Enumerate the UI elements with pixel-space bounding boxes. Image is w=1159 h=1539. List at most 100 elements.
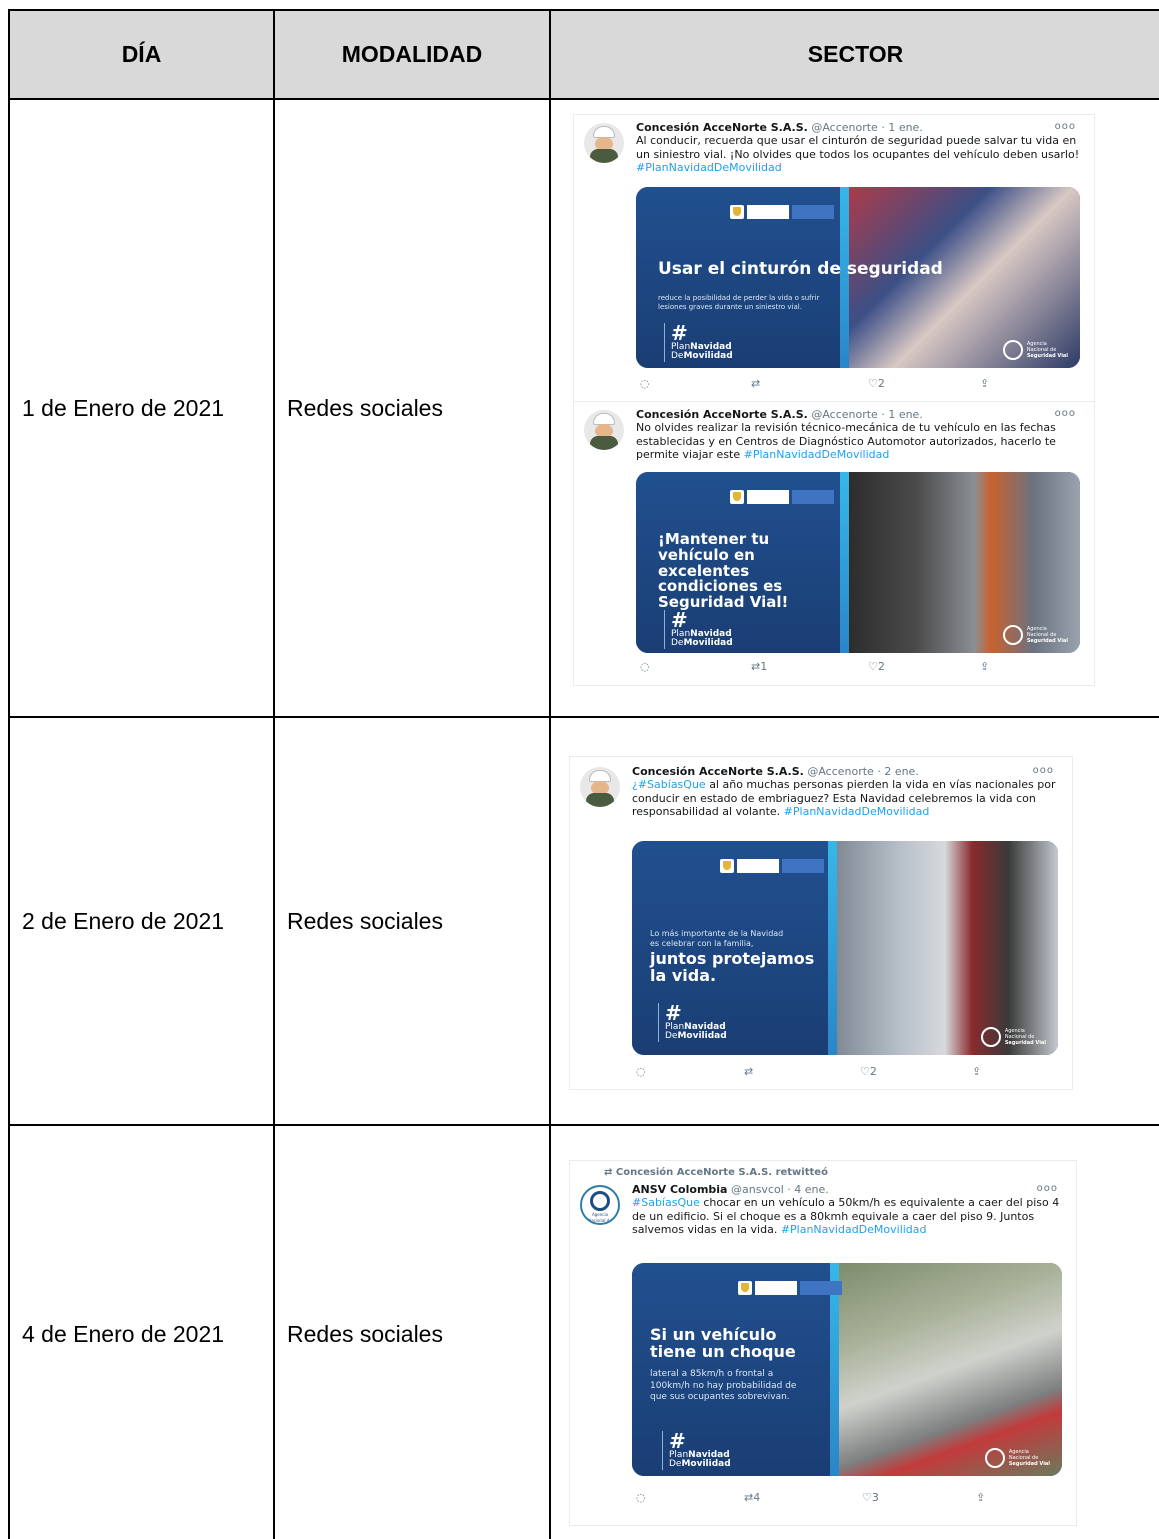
tweet-actions: ◌ ⇄ 4 ♡ 3 ⇪ xyxy=(632,1491,1062,1507)
tweet-text: Al conducir, recuerda que usar el cintur… xyxy=(636,134,1080,174)
tweet-card[interactable]: Concesión AcceNorte S.A.S. @Accenorte · … xyxy=(574,115,1094,401)
poster-hashtag: # PlanNavidad DeMovilidad xyxy=(664,610,733,649)
tweet-screenshot: Concesión AcceNorte S.A.S. @Accenorte · … xyxy=(569,756,1073,1090)
poster-subtitle: lateral a 85km/h o frontal a 100km/h no … xyxy=(650,1369,797,1403)
like-icon[interactable]: ♡ 3 xyxy=(862,1491,879,1504)
government-logo xyxy=(738,1281,842,1295)
tweet-actions: ◌ ⇄ 1 ♡ 2 ⇪ xyxy=(636,660,1080,676)
tweet-image[interactable]: Usar el cinturón de seguridad reduce la … xyxy=(636,187,1080,368)
tweet-image[interactable]: ¡Mantener tu vehículo en excelentes cond… xyxy=(636,472,1080,653)
tweet-header: Concesión AcceNorte S.A.S. @Accenorte · … xyxy=(636,408,923,421)
row-day: 4 de Enero de 2021 xyxy=(8,1124,275,1539)
row-mode: Redes sociales xyxy=(273,716,551,1126)
government-logo xyxy=(730,205,834,219)
tweet-header: ANSV Colombia @ansvcol · 4 ene. xyxy=(632,1183,829,1196)
tweet-text: ¿#SabíasQue al año muchas personas pierd… xyxy=(632,778,1056,818)
agency-logo: Agencia Nacional de Seguridad Vial xyxy=(1002,625,1068,645)
reply-icon[interactable]: ◌ xyxy=(640,660,650,673)
tweet-author[interactable]: Concesión AcceNorte S.A.S. xyxy=(636,121,808,134)
hashtag-link[interactable]: #PlanNavidadDeMovilidad xyxy=(781,1223,927,1236)
tweet-card[interactable]: Concesión AcceNorte S.A.S. @Accenorte · … xyxy=(574,401,1094,685)
agency-logo: Agencia Nacional de Seguridad Vial xyxy=(980,1027,1046,1047)
poster-title: Usar el cinturón de seguridad xyxy=(658,259,943,279)
poster-title: ¡Mantener tu vehículo en excelentes cond… xyxy=(658,530,789,611)
reply-icon[interactable]: ◌ xyxy=(636,1491,646,1504)
poster-title: juntos protejamos la vida. xyxy=(650,949,815,985)
tweet-author[interactable]: Concesión AcceNorte S.A.S. xyxy=(636,408,808,421)
like-icon[interactable]: ♡ 2 xyxy=(868,377,885,390)
tweet-handle-date: @Accenorte · 1 ene. xyxy=(811,408,923,421)
header-day: DÍA xyxy=(8,9,275,100)
retweet-icon[interactable]: ⇄ xyxy=(751,377,760,390)
more-icon[interactable]: ooo xyxy=(1037,1183,1058,1194)
retweet-notice: ⇄ Concesión AcceNorte S.A.S. retwitteó xyxy=(604,1167,828,1178)
retweet-icon[interactable]: ⇄ 4 xyxy=(744,1491,760,1504)
tweet-screenshot: ⇄ Concesión AcceNorte S.A.S. retwitteó A… xyxy=(569,1160,1077,1526)
row-mode: Redes sociales xyxy=(273,1124,551,1539)
agency-logo: Agencia Nacional de Seguridad Vial xyxy=(984,1448,1050,1468)
retweet-icon: ⇄ xyxy=(604,1167,613,1178)
row-day: 1 de Enero de 2021 xyxy=(8,98,275,718)
share-icon[interactable]: ⇪ xyxy=(976,1491,985,1504)
poster-subtitle: reduce la posibilidad de perder la vida … xyxy=(658,294,820,312)
share-icon[interactable]: ⇪ xyxy=(980,660,989,673)
reply-icon[interactable]: ◌ xyxy=(636,1065,646,1078)
tweet-actions: ◌ ⇄ ♡ 2 ⇪ xyxy=(636,377,1080,393)
tweet-author[interactable]: ANSV Colombia xyxy=(632,1183,727,1196)
tweet-card[interactable]: ⇄ Concesión AcceNorte S.A.S. retwitteó A… xyxy=(570,1161,1076,1525)
hashtag-link[interactable]: #SabíasQue xyxy=(632,1196,700,1209)
retweet-icon[interactable]: ⇄ 1 xyxy=(751,660,767,673)
tweet-screenshot: Concesión AcceNorte S.A.S. @Accenorte · … xyxy=(573,114,1095,686)
government-logo xyxy=(730,490,834,504)
row-day: 2 de Enero de 2021 xyxy=(8,716,275,1126)
poster-hashtag: # PlanNavidad DeMovilidad xyxy=(662,1431,731,1470)
tweet-image[interactable]: Si un vehículo tiene un choque lateral a… xyxy=(632,1263,1062,1476)
hashtag-link[interactable]: #PlanNavidadDeMovilidad xyxy=(636,161,782,174)
hashtag-link[interactable]: #PlanNavidadDeMovilidad xyxy=(784,805,930,818)
avatar[interactable]: Agencia Nacional de Seguridad Vial xyxy=(580,1185,620,1225)
tweet-author[interactable]: Concesión AcceNorte S.A.S. xyxy=(632,765,804,778)
header-sector: SECTOR xyxy=(549,9,1159,100)
hashtag-link[interactable]: #PlanNavidadDeMovilidad xyxy=(744,448,890,461)
avatar[interactable] xyxy=(580,767,620,807)
government-logo xyxy=(720,859,824,873)
poster-title: Si un vehículo tiene un choque xyxy=(650,1325,796,1361)
share-icon[interactable]: ⇪ xyxy=(980,377,989,390)
avatar[interactable] xyxy=(584,123,624,163)
highway-photo xyxy=(834,1263,1062,1476)
like-icon[interactable]: ♡ 2 xyxy=(868,660,885,673)
tweet-actions: ◌ ⇄ ♡ 2 ⇪ xyxy=(632,1065,1058,1081)
tweet-header: Concesión AcceNorte S.A.S. @Accenorte · … xyxy=(632,765,919,778)
like-icon[interactable]: ♡ 2 xyxy=(860,1065,877,1078)
row-mode: Redes sociales xyxy=(273,98,551,718)
share-icon[interactable]: ⇪ xyxy=(972,1065,981,1078)
header-mode: MODALIDAD xyxy=(273,9,551,100)
tweet-text: #SabíasQue chocar en un vehículo a 50km/… xyxy=(632,1196,1060,1236)
table-row: 1 de Enero de 2021 Redes sociales Conces… xyxy=(8,98,1159,718)
reply-icon[interactable]: ◌ xyxy=(640,377,650,390)
hashtag-link[interactable]: ¿#SabíasQue xyxy=(632,778,706,791)
more-icon[interactable]: ooo xyxy=(1055,408,1076,419)
avatar[interactable] xyxy=(584,410,624,450)
main-table: DÍA MODALIDAD SECTOR 1 de Enero de 2021 … xyxy=(8,9,1159,1539)
motorcycle-photo xyxy=(832,841,1058,1055)
more-icon[interactable]: ooo xyxy=(1033,765,1054,776)
sector-cell: Concesión AcceNorte S.A.S. @Accenorte · … xyxy=(549,98,1159,718)
more-icon[interactable]: ooo xyxy=(1055,121,1076,132)
tweet-header: Concesión AcceNorte S.A.S. @Accenorte · … xyxy=(636,121,923,134)
tweet-text: No olvides realizar la revisión técnico-… xyxy=(636,421,1056,461)
agency-logo: Agencia Nacional de Seguridad Vial xyxy=(1002,340,1068,360)
tweet-handle-date: @Accenorte · 1 ene. xyxy=(811,121,923,134)
tweet-handle-date: @Accenorte · 2 ene. xyxy=(807,765,919,778)
tweet-image[interactable]: Lo más importante de la Navidad es celeb… xyxy=(632,841,1058,1055)
poster-hashtag: # PlanNavidad DeMovilidad xyxy=(664,323,733,362)
poster-subtitle: Lo más importante de la Navidad es celeb… xyxy=(650,929,784,949)
tweet-handle-date: @ansvcol · 4 ene. xyxy=(730,1183,829,1196)
table-row: 2 de Enero de 2021 Redes sociales Conces… xyxy=(8,716,1159,1126)
table-row: 4 de Enero de 2021 Redes sociales ⇄ Conc… xyxy=(8,1124,1159,1539)
poster-hashtag: # PlanNavidad DeMovilidad xyxy=(658,1003,727,1042)
retweet-icon[interactable]: ⇄ xyxy=(744,1065,753,1078)
sector-cell: Concesión AcceNorte S.A.S. @Accenorte · … xyxy=(549,716,1159,1126)
tweet-card[interactable]: Concesión AcceNorte S.A.S. @Accenorte · … xyxy=(570,757,1072,1089)
sector-cell: ⇄ Concesión AcceNorte S.A.S. retwitteó A… xyxy=(549,1124,1159,1539)
